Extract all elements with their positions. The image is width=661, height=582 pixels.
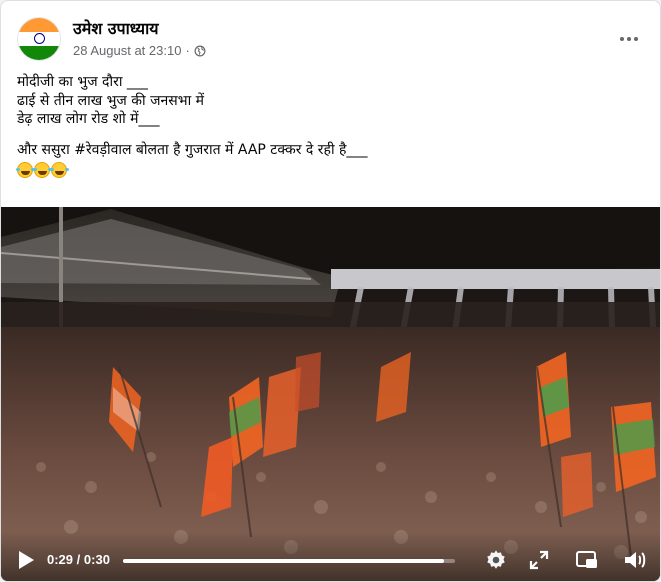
more-options-icon[interactable] bbox=[613, 27, 645, 51]
post-text-line-3: डेढ़ लाख लोग रोड शो में___ bbox=[17, 111, 160, 127]
post-meta: 28 August at 23:10 · bbox=[73, 43, 206, 58]
video-controls: 0:29 / 0:30 bbox=[1, 531, 660, 581]
emoji-row bbox=[16, 161, 645, 180]
post-timestamp[interactable]: 28 August at 23:10 bbox=[73, 43, 181, 58]
avatar[interactable] bbox=[17, 17, 61, 61]
play-icon[interactable] bbox=[17, 549, 35, 571]
post-header: उमेश उपाध्याय 28 August at 23:10 · bbox=[17, 17, 645, 63]
progress-fill bbox=[123, 559, 445, 563]
video-frame-rally-crowd[interactable] bbox=[1, 207, 661, 582]
meta-separator: · bbox=[185, 43, 190, 58]
volume-icon[interactable] bbox=[623, 549, 647, 571]
post-text-line-4: और ससुरा #रेवड़ीवाल बोलता है गुजरात में … bbox=[17, 141, 368, 158]
globe-icon[interactable] bbox=[194, 45, 206, 57]
picture-in-picture-icon[interactable] bbox=[575, 549, 599, 571]
time-separator: / bbox=[76, 552, 81, 567]
progress-bar[interactable] bbox=[123, 559, 455, 563]
post-text-line-2: ढाई से तीन लाख भुज की जनसभा में bbox=[17, 92, 205, 109]
current-time: 0:29 bbox=[47, 552, 74, 567]
laughing-emoji-icon bbox=[33, 162, 50, 178]
video-player[interactable]: 0:29 / 0:30 bbox=[1, 207, 661, 582]
post-body: मोदीजी का भुज दौरा ___ ढाई से तीन लाख भु… bbox=[16, 73, 645, 180]
expand-icon[interactable] bbox=[529, 549, 549, 571]
ashoka-chakra-icon bbox=[33, 33, 45, 45]
author-name[interactable]: उमेश उपाध्याय bbox=[73, 17, 159, 39]
post-card: उमेश उपाध्याय 28 August at 23:10 · मोदीज… bbox=[0, 0, 661, 582]
settings-icon[interactable] bbox=[485, 549, 507, 571]
video-time: 0:29 / 0:30 bbox=[47, 552, 110, 567]
laughing-emoji-icon bbox=[16, 162, 33, 178]
post-text-line-1: मोदीजी का भुज दौरा ___ bbox=[17, 74, 148, 90]
duration: 0:30 bbox=[83, 552, 110, 567]
laughing-emoji-icon bbox=[50, 162, 67, 178]
